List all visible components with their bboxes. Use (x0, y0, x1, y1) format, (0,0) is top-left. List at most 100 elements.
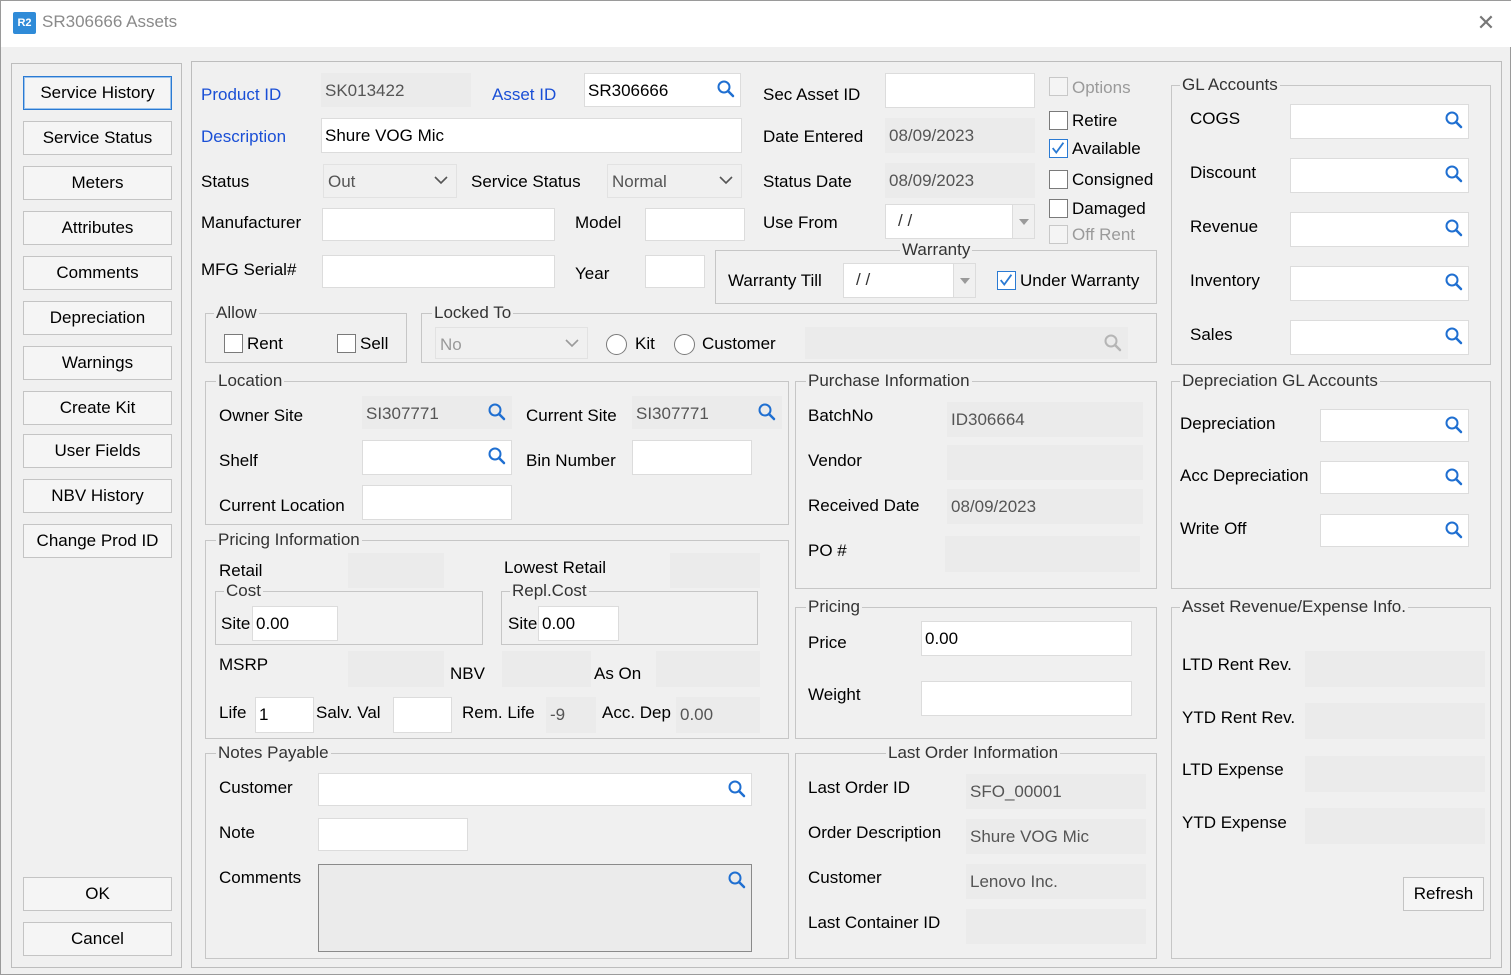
search-icon[interactable] (1444, 218, 1464, 238)
search-icon[interactable] (1444, 467, 1464, 487)
off-rent-checkbox[interactable] (1049, 225, 1068, 244)
write-off-field[interactable] (1320, 514, 1469, 547)
product-id-label[interactable]: Product ID (201, 85, 281, 105)
year-field[interactable] (645, 255, 705, 288)
sec-asset-id-label: Sec Asset ID (763, 85, 861, 104)
revenue-field[interactable] (1290, 212, 1469, 247)
cost-title: Cost (224, 580, 263, 602)
under-warranty-checkbox[interactable] (997, 271, 1016, 290)
date-dropdown-button[interactable] (1012, 205, 1034, 238)
received-date-field: 08/09/2023 (947, 489, 1143, 524)
use-from-date[interactable]: / / (885, 204, 1035, 239)
locked-customer-field[interactable] (805, 327, 1128, 359)
warranty-till-date[interactable]: / / (843, 263, 976, 298)
create-kit-button[interactable]: Create Kit (23, 391, 172, 425)
cancel-button[interactable]: Cancel (23, 922, 172, 956)
search-icon[interactable] (1103, 333, 1123, 353)
date-dropdown-button[interactable] (953, 264, 975, 297)
asset-id-field[interactable]: SR306666 (584, 73, 741, 107)
price-field[interactable]: 0.00 (921, 621, 1132, 656)
search-icon[interactable] (487, 446, 507, 466)
notes-payable-title: Notes Payable (216, 742, 331, 764)
search-icon[interactable] (1444, 520, 1464, 540)
close-icon[interactable]: ✕ (1475, 12, 1497, 34)
ok-button[interactable]: OK (23, 877, 172, 911)
cogs-label: COGS (1190, 109, 1241, 128)
life-field[interactable]: 1 (255, 697, 314, 733)
repl-site-field[interactable]: 0.00 (538, 606, 619, 641)
service-history-button[interactable]: Service History (23, 76, 172, 110)
search-icon[interactable] (757, 402, 777, 422)
discount-field[interactable] (1290, 158, 1469, 193)
meters-button[interactable]: Meters (23, 166, 172, 200)
damaged-checkbox[interactable] (1049, 199, 1068, 218)
options-checkbox[interactable] (1049, 77, 1068, 96)
description-field[interactable]: Shure VOG Mic (321, 118, 742, 153)
asset-id-label[interactable]: Asset ID (492, 85, 556, 105)
service-status-dropdown[interactable]: Normal (607, 164, 742, 198)
batch-no-label: BatchNo (808, 406, 874, 425)
acc-depreciation-field[interactable] (1320, 461, 1469, 494)
weight-field[interactable] (921, 681, 1132, 716)
comments-field[interactable] (318, 864, 752, 952)
consigned-checkbox[interactable] (1049, 170, 1068, 189)
status-dropdown[interactable]: Out (323, 164, 457, 198)
pricing-info-title: Pricing Information (216, 529, 362, 551)
search-icon[interactable] (1444, 415, 1464, 435)
search-icon[interactable] (1444, 272, 1464, 292)
warranty-till-label: Warranty Till (728, 271, 822, 290)
nbv-history-button[interactable]: NBV History (23, 479, 172, 513)
salv-val-field[interactable] (393, 697, 452, 733)
depreciation-button[interactable]: Depreciation (23, 301, 172, 335)
search-icon[interactable] (727, 870, 747, 890)
sales-field[interactable] (1290, 320, 1469, 355)
search-icon[interactable] (1444, 164, 1464, 184)
lowest-retail-label: Lowest Retail (504, 558, 607, 577)
comments-button[interactable]: Comments (23, 256, 172, 290)
current-site-field[interactable]: SI307771 (632, 396, 782, 429)
shelf-field[interactable] (362, 440, 512, 475)
depreciation-gl-field[interactable] (1320, 409, 1469, 442)
retire-checkbox[interactable] (1049, 111, 1068, 130)
search-icon[interactable] (1444, 110, 1464, 130)
lowest-retail-field (670, 553, 760, 588)
inventory-field[interactable] (1290, 266, 1469, 301)
notes-customer-field[interactable] (318, 773, 752, 806)
note-field[interactable] (318, 818, 468, 851)
acc-dep-field: 0.00 (676, 697, 760, 733)
cost-site-field[interactable]: 0.00 (252, 606, 338, 641)
available-checkbox[interactable] (1049, 139, 1068, 158)
write-off-label: Write Off (1180, 519, 1247, 538)
sell-checkbox[interactable] (337, 334, 356, 353)
warnings-button[interactable]: Warnings (23, 346, 172, 380)
ltd-rent-rev-label: LTD Rent Rev. (1182, 655, 1292, 674)
owner-site-field[interactable]: SI307771 (362, 396, 512, 429)
locked-to-dropdown[interactable]: No (435, 327, 588, 359)
rent-label: Rent (247, 334, 283, 353)
model-field[interactable] (645, 208, 745, 241)
change-prod-id-button[interactable]: Change Prod ID (23, 524, 172, 558)
search-icon[interactable] (716, 79, 736, 99)
search-icon[interactable] (727, 779, 747, 799)
current-location-field[interactable] (362, 485, 512, 520)
mfg-serial-field[interactable] (322, 255, 555, 288)
description-label[interactable]: Description (201, 127, 286, 147)
kit-radio[interactable] (606, 334, 627, 355)
customer-radio[interactable] (674, 334, 695, 355)
manufacturer-field[interactable] (322, 208, 555, 241)
sec-asset-id-field[interactable] (885, 73, 1035, 108)
user-fields-button[interactable]: User Fields (23, 434, 172, 468)
attributes-button[interactable]: Attributes (23, 211, 172, 245)
service-status-button[interactable]: Service Status (23, 121, 172, 155)
rent-checkbox[interactable] (224, 334, 243, 353)
chevron-down-icon (434, 176, 448, 185)
bin-number-field[interactable] (632, 440, 752, 475)
search-icon[interactable] (487, 402, 507, 422)
allow-title: Allow (214, 302, 259, 324)
retail-field (348, 553, 444, 588)
cogs-field[interactable] (1290, 104, 1469, 139)
refresh-button[interactable]: Refresh (1403, 877, 1484, 911)
order-description-label: Order Description (808, 823, 942, 842)
acc-depreciation-label: Acc Depreciation (1180, 466, 1309, 485)
search-icon[interactable] (1444, 326, 1464, 346)
